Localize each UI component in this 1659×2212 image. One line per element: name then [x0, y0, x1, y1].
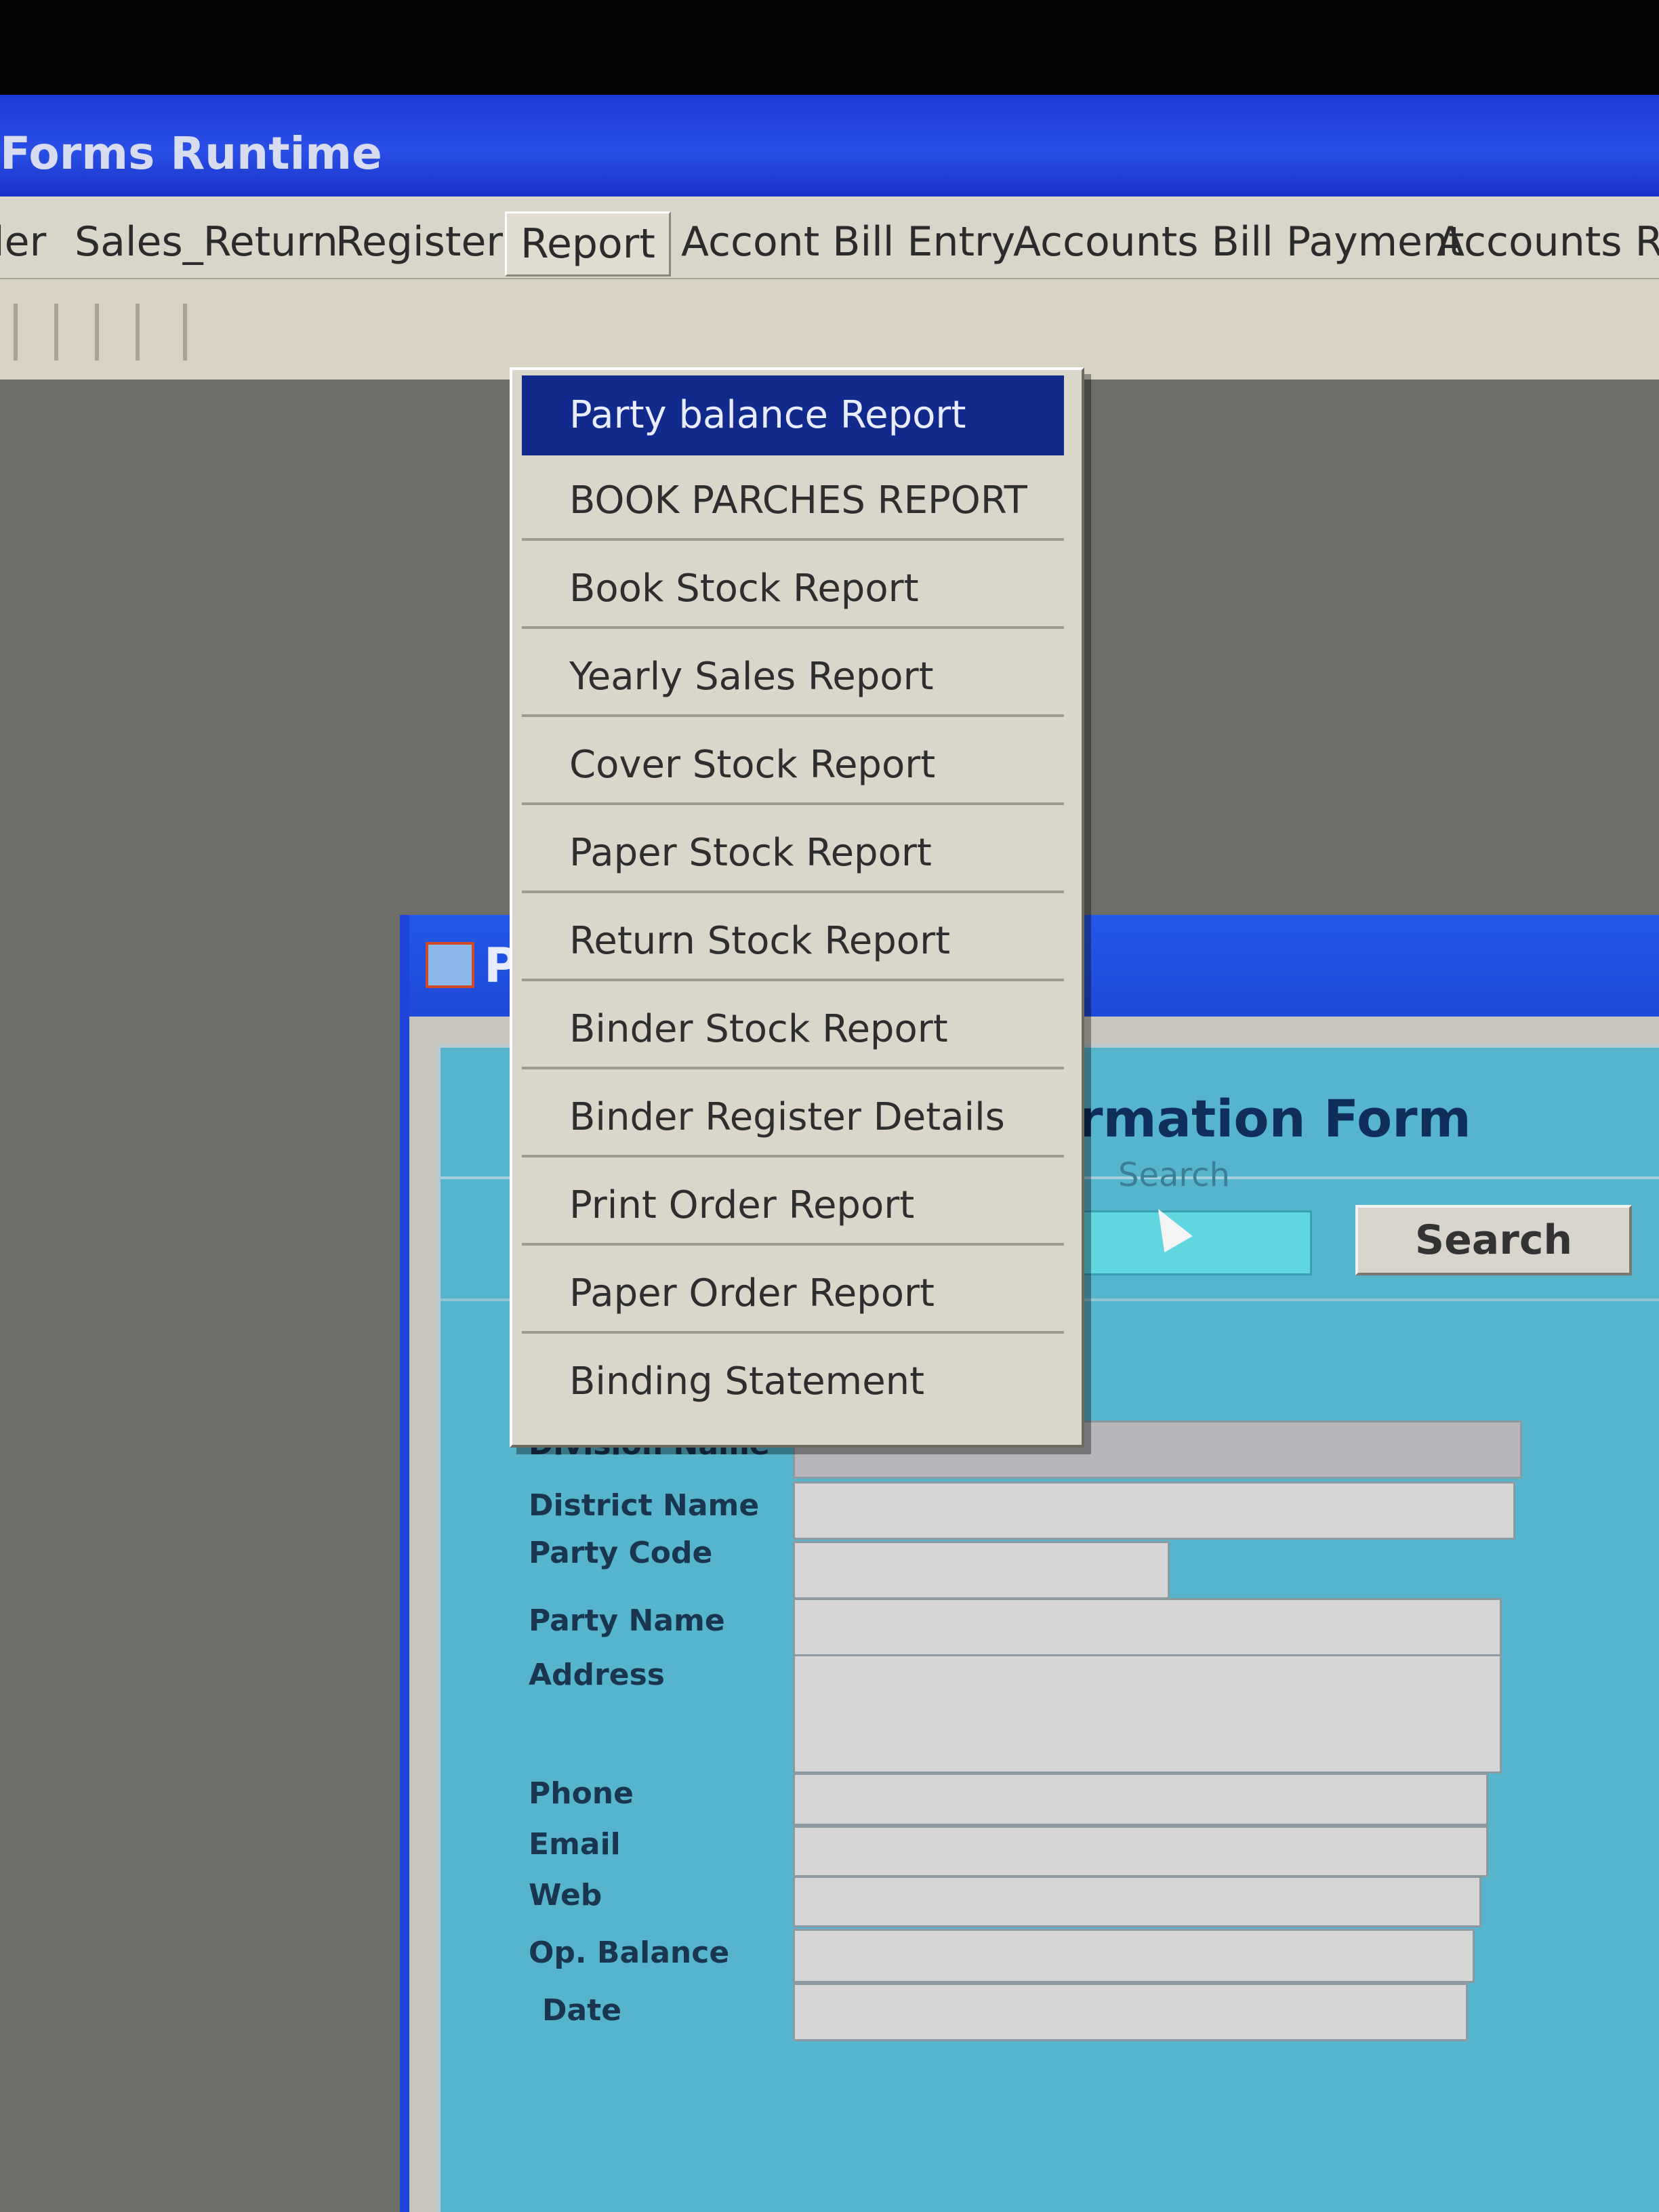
menu-item-binder-register-details[interactable]: Binder Register Details: [522, 1078, 1064, 1158]
date-field[interactable]: [793, 1983, 1468, 2041]
party-code-field[interactable]: [793, 1541, 1170, 1599]
email-field[interactable]: [793, 1826, 1488, 1877]
party-name-field[interactable]: [793, 1598, 1502, 1656]
search-button[interactable]: Search: [1355, 1205, 1632, 1275]
district-name-field[interactable]: [793, 1481, 1515, 1540]
toolbar-button[interactable]: [183, 304, 187, 361]
search-legend: Search: [1118, 1156, 1230, 1194]
toolbar-button[interactable]: [95, 304, 99, 361]
toolbar-button[interactable]: [136, 304, 140, 361]
app-title: Forms Runtime: [0, 127, 382, 180]
menu-item-book-parches-report[interactable]: BOOK PARCHES REPORT: [522, 461, 1064, 541]
address-field[interactable]: [793, 1654, 1502, 1774]
menu-bar: ler Sales_Return Register Report Accont …: [0, 197, 1659, 279]
menu-item-cover-stock-report[interactable]: Cover Stock Report: [522, 725, 1064, 805]
web-field[interactable]: [793, 1876, 1481, 1927]
toolbar-button[interactable]: [54, 304, 58, 361]
menu-item-party-balance-report[interactable]: Party balance Report: [522, 375, 1064, 455]
menu-item-paper-stock-report[interactable]: Paper Stock Report: [522, 813, 1064, 893]
label-district-name: District Name: [529, 1488, 760, 1523]
phone-field[interactable]: [793, 1773, 1488, 1826]
menu-item-accounts-re[interactable]: Accounts Re: [1423, 211, 1659, 272]
form-heading: rmation Form: [1078, 1088, 1471, 1149]
app-title-bar: Forms Runtime: [0, 95, 1659, 197]
menu-item-yearly-sales-report[interactable]: Yearly Sales Report: [522, 637, 1064, 717]
label-party-name: Party Name: [529, 1603, 725, 1638]
toolbar-button[interactable]: [14, 304, 18, 361]
menu-item-report[interactable]: Report: [505, 211, 671, 276]
screen: Forms Runtime ler Sales_Return Register …: [0, 95, 1659, 2212]
window-app-icon: [426, 942, 474, 988]
menu-item-sales-return[interactable]: Sales_Return: [61, 211, 352, 272]
menu-item-accont-bill-entry[interactable]: Accont Bill Entry: [668, 211, 1029, 272]
op-balance-field[interactable]: [793, 1929, 1475, 1983]
label-web: Web: [529, 1878, 602, 1912]
menu-item-paper-order-report[interactable]: Paper Order Report: [522, 1254, 1064, 1334]
toolbar: [0, 279, 1659, 380]
menu-item-binder-stock-report[interactable]: Binder Stock Report: [522, 989, 1064, 1069]
label-address: Address: [529, 1658, 665, 1692]
report-dropdown-menu: Party balance Report BOOK PARCHES REPORT…: [510, 367, 1084, 1448]
label-op-balance: Op. Balance: [529, 1936, 730, 1970]
menu-item-accounts-bill-payment[interactable]: Accounts Bill Payment: [1000, 211, 1478, 272]
label-date: Date: [542, 1993, 622, 2028]
menu-item-partial-left[interactable]: ler: [0, 211, 60, 272]
menu-item-return-stock-report[interactable]: Return Stock Report: [522, 901, 1064, 981]
label-email: Email: [529, 1827, 621, 1862]
label-party-code: Party Code: [529, 1536, 713, 1570]
menu-item-binding-statement[interactable]: Binding Statement: [522, 1342, 1064, 1422]
label-phone: Phone: [529, 1776, 634, 1811]
menu-item-book-stock-report[interactable]: Book Stock Report: [522, 549, 1064, 629]
menu-item-print-order-report[interactable]: Print Order Report: [522, 1166, 1064, 1246]
menu-item-register[interactable]: Register: [322, 211, 516, 272]
